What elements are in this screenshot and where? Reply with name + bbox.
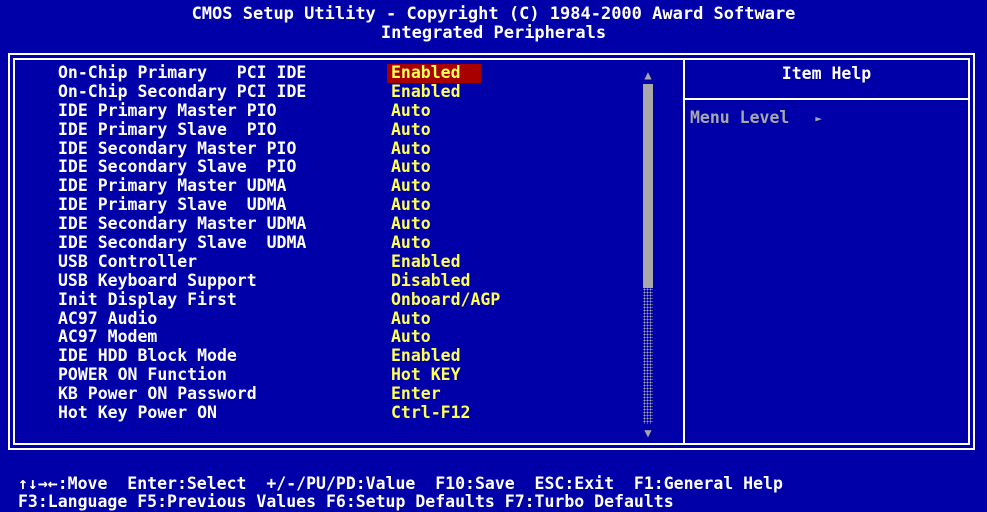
setting-label: AC97 Audio [58, 308, 158, 328]
scrollbar-track-rest[interactable] [643, 288, 653, 424]
key-help-line-1: ↑↓→←:Move Enter:Select +/-/PU/PD:Value F… [18, 474, 783, 493]
utility-title: CMOS Setup Utility - Copyright (C) 1984-… [191, 4, 796, 24]
setting-value[interactable]: Auto [387, 328, 435, 347]
setting-value[interactable]: Auto [387, 214, 435, 234]
setting-label: IDE Secondary Slave PIO [58, 157, 297, 177]
setting-value[interactable]: Enabled [387, 252, 465, 272]
setting-label: IDE Secondary Slave UDMA [58, 233, 307, 253]
setting-value[interactable]: Auto [387, 309, 435, 329]
submenu-arrow-icon: ► [815, 112, 822, 125]
scroll-up-arrow-icon[interactable]: ▲ [641, 68, 655, 82]
scrollbar-thumb[interactable] [643, 84, 653, 288]
scrollbar[interactable]: ▲ ▼ [641, 68, 655, 440]
setting-label: Hot Key Power ON [58, 403, 217, 423]
setting-value[interactable]: Auto [387, 158, 435, 177]
setting-label: IDE Primary Slave PIO [58, 119, 277, 139]
page-title: Integrated Peripherals [380, 23, 607, 43]
setting-value-selected[interactable]: Enabled [387, 63, 481, 83]
setting-value[interactable]: Auto [387, 101, 435, 121]
scroll-down-arrow-icon[interactable]: ▼ [641, 426, 655, 440]
setting-value[interactable]: Ctrl-F12 [387, 403, 474, 423]
setting-value[interactable]: Auto [387, 139, 435, 159]
menu-level: Menu Level ► [690, 108, 822, 129]
setting-label: USB Keyboard Support [58, 270, 257, 290]
setting-label: AC97 Modem [58, 327, 158, 347]
setting-value[interactable]: Auto [387, 233, 435, 253]
setting-value[interactable]: Onboard/AGP [387, 290, 504, 310]
setting-label: KB Power ON Password [58, 384, 257, 404]
panel-divider [683, 60, 685, 443]
setting-label: IDE Secondary Master UDMA [58, 214, 307, 234]
help-title-divider [685, 98, 968, 100]
menu-level-label: Menu Level [690, 108, 790, 127]
setting-value[interactable]: Hot KEY [387, 365, 465, 385]
setting-label: On-Chip Secondary PCI IDE [58, 81, 307, 101]
setting-label: IDE Primary Slave UDMA [58, 195, 287, 215]
setting-label: On-Chip Primary PCI IDE [58, 63, 307, 82]
setting-value[interactable]: Enter [387, 384, 445, 404]
setting-value[interactable]: Enabled [387, 82, 465, 102]
title-bar: CMOS Setup Utility - Copyright (C) 1984-… [0, 0, 987, 50]
setting-value[interactable]: Enabled [387, 346, 465, 366]
setting-value[interactable]: Auto [387, 195, 435, 215]
setting-value[interactable]: Auto [387, 120, 435, 140]
item-help-title: Item Help [781, 64, 872, 83]
setting-label: Init Display First [58, 289, 237, 309]
setting-label: IDE Primary Master UDMA [58, 176, 287, 196]
setting-label: IDE Primary Master PIO [58, 100, 277, 120]
setting-label: USB Controller [58, 251, 198, 271]
setting-label: IDE Secondary Master PIO [58, 138, 297, 158]
setting-value[interactable]: Auto [387, 176, 435, 196]
setting-value[interactable]: Disabled [387, 271, 474, 291]
key-help-line-2: F3:Language F5:Previous Values F6:Setup … [18, 492, 674, 511]
setting-label: IDE HDD Block Mode [58, 346, 237, 366]
setting-label: POWER ON Function [58, 365, 227, 385]
